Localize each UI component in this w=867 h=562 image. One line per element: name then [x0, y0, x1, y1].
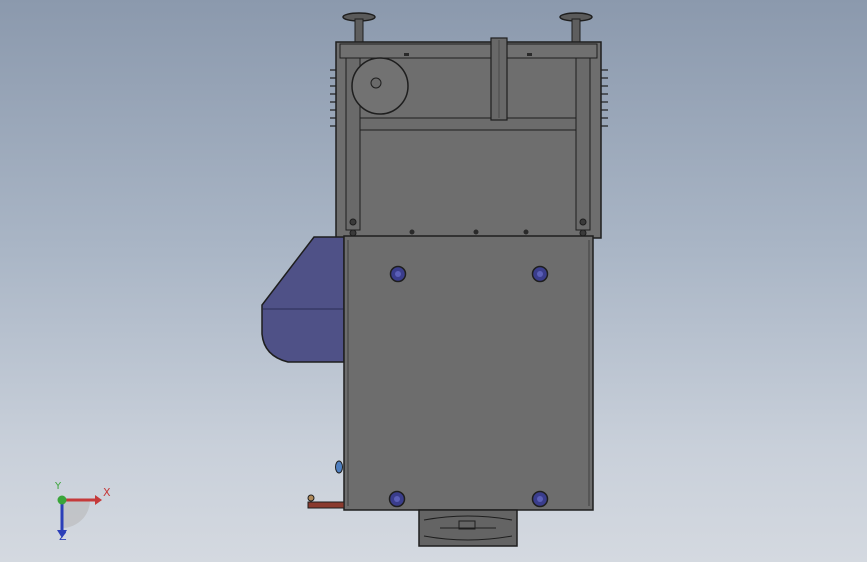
z-axis-label: Z	[59, 530, 67, 543]
leveling-foot-left	[342, 12, 376, 44]
bottom-fan	[418, 509, 518, 547]
cad-viewport[interactable]: X Y Z	[0, 0, 867, 562]
machine-model[interactable]	[0, 0, 867, 562]
upper-frame	[330, 37, 608, 239]
side-motor	[261, 236, 345, 363]
main-body	[343, 235, 594, 511]
y-axis-label: Y	[55, 481, 62, 492]
side-fitting	[335, 460, 343, 474]
x-axis-label: X	[103, 486, 111, 499]
coordinate-triad: X Y Z	[40, 478, 120, 548]
drain-handle[interactable]	[307, 494, 345, 509]
leveling-foot-right	[559, 12, 593, 44]
